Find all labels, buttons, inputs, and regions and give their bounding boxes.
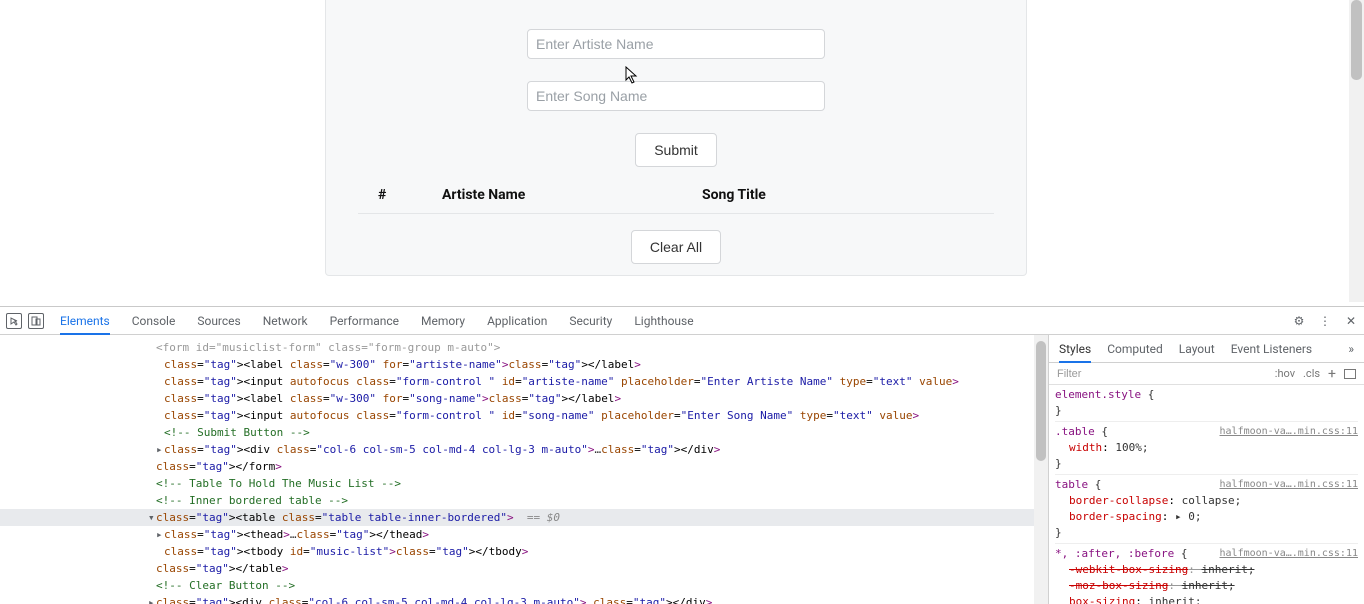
elements-scrollbar[interactable] bbox=[1034, 335, 1048, 604]
song-name-input[interactable] bbox=[527, 81, 825, 111]
gear-icon[interactable]: ⚙ bbox=[1292, 314, 1306, 328]
styles-tab-styles[interactable]: Styles bbox=[1059, 336, 1091, 362]
box-model-icon[interactable] bbox=[1344, 369, 1356, 379]
dom-line[interactable]: class="tag"></table> bbox=[0, 560, 1034, 577]
style-rule[interactable]: element.style {} bbox=[1055, 387, 1358, 422]
device-toggle-icon[interactable] bbox=[28, 313, 44, 329]
th-song: Song Title bbox=[688, 177, 934, 214]
devtools-tab-performance[interactable]: Performance bbox=[330, 308, 399, 334]
kebab-icon[interactable]: ⋮ bbox=[1318, 314, 1332, 328]
dom-line[interactable]: ▸class="tag"><div class="col-6 col-sm-5 … bbox=[0, 594, 1034, 604]
devtools-tab-lighthouse[interactable]: Lighthouse bbox=[634, 308, 693, 334]
style-rule[interactable]: *, :after, :before {halfmoon-va….min.css… bbox=[1055, 546, 1358, 604]
app-viewport: Submit # Artiste Name Song Title Clear A… bbox=[0, 0, 1364, 306]
th-actions bbox=[934, 177, 994, 214]
devtools-tab-console[interactable]: Console bbox=[132, 308, 176, 334]
styles-panel: Styles Computed Layout Event Listeners » :ho… bbox=[1048, 335, 1364, 604]
devtools-panel: Elements Console Sources Network Performance… bbox=[0, 306, 1364, 604]
dom-line[interactable]: class="tag"><input autofocus class="form… bbox=[0, 407, 1034, 424]
styles-filter-input[interactable] bbox=[1057, 368, 1267, 380]
dom-line[interactable]: ▸class="tag"><div class="col-6 col-sm-5 … bbox=[0, 441, 1034, 458]
form-card: Submit # Artiste Name Song Title Clear A… bbox=[325, 0, 1027, 276]
close-icon[interactable]: ✕ bbox=[1344, 314, 1358, 328]
dom-line[interactable]: ▸class="tag"><thead>…class="tag"></thead… bbox=[0, 526, 1034, 543]
dom-line[interactable]: ▾class="tag"><table class="table table-i… bbox=[0, 509, 1034, 526]
new-style-rule-icon[interactable]: + bbox=[1328, 366, 1336, 382]
dom-line[interactable]: class="tag"><label class="w-300" for="ar… bbox=[0, 356, 1034, 373]
artiste-name-input[interactable] bbox=[527, 29, 825, 59]
dom-line[interactable]: <!-- Inner bordered table --> bbox=[0, 492, 1034, 509]
devtools-tab-memory[interactable]: Memory bbox=[421, 308, 465, 334]
dom-line[interactable]: <!-- Table To Hold The Music List --> bbox=[0, 475, 1034, 492]
dom-line[interactable]: <!-- Submit Button --> bbox=[0, 424, 1034, 441]
style-rule[interactable]: table {halfmoon-va….min.css:11border-col… bbox=[1055, 477, 1358, 544]
styles-tab-layout[interactable]: Layout bbox=[1179, 336, 1215, 362]
clear-all-button[interactable]: Clear All bbox=[631, 230, 721, 264]
style-rule[interactable]: .table {halfmoon-va….min.css:11width: 10… bbox=[1055, 424, 1358, 475]
dom-line[interactable]: class="tag"></form> bbox=[0, 458, 1034, 475]
devtools-tab-security[interactable]: Security bbox=[569, 308, 612, 334]
devtools-tab-sources[interactable]: Sources bbox=[197, 308, 240, 334]
th-artiste: Artiste Name bbox=[428, 177, 688, 214]
dom-line[interactable]: <form id="musiclist-form" class="form-gr… bbox=[0, 339, 1034, 356]
page-scrollbar[interactable] bbox=[1349, 0, 1364, 302]
music-table: # Artiste Name Song Title bbox=[358, 177, 994, 214]
dom-line[interactable]: <!-- Clear Button --> bbox=[0, 577, 1034, 594]
dom-line[interactable]: class="tag"><tbody id="music-list">class… bbox=[0, 543, 1034, 560]
styles-tab-computed[interactable]: Computed bbox=[1107, 336, 1163, 362]
devtools-tab-elements[interactable]: Elements bbox=[60, 308, 110, 334]
submit-button[interactable]: Submit bbox=[635, 133, 717, 167]
cls-toggle[interactable]: .cls bbox=[1303, 367, 1320, 380]
inspect-icon[interactable] bbox=[6, 313, 22, 329]
styles-more-icon[interactable]: » bbox=[1348, 342, 1354, 356]
styles-rules[interactable]: element.style {}.table {halfmoon-va….min… bbox=[1049, 385, 1364, 604]
table-header-row: # Artiste Name Song Title bbox=[358, 177, 994, 214]
styles-tab-event-listeners[interactable]: Event Listeners bbox=[1231, 336, 1312, 362]
dom-line[interactable]: class="tag"><input autofocus class="form… bbox=[0, 373, 1034, 390]
dom-line[interactable]: class="tag"><label class="w-300" for="so… bbox=[0, 390, 1034, 407]
hov-toggle[interactable]: :hov bbox=[1275, 367, 1295, 380]
elements-tree[interactable]: <form id="musiclist-form" class="form-gr… bbox=[0, 335, 1034, 604]
th-index: # bbox=[358, 177, 428, 214]
devtools-toolbar: Elements Console Sources Network Performance… bbox=[0, 307, 1364, 335]
devtools-tab-application[interactable]: Application bbox=[487, 308, 547, 334]
devtools-tab-network[interactable]: Network bbox=[263, 308, 308, 334]
